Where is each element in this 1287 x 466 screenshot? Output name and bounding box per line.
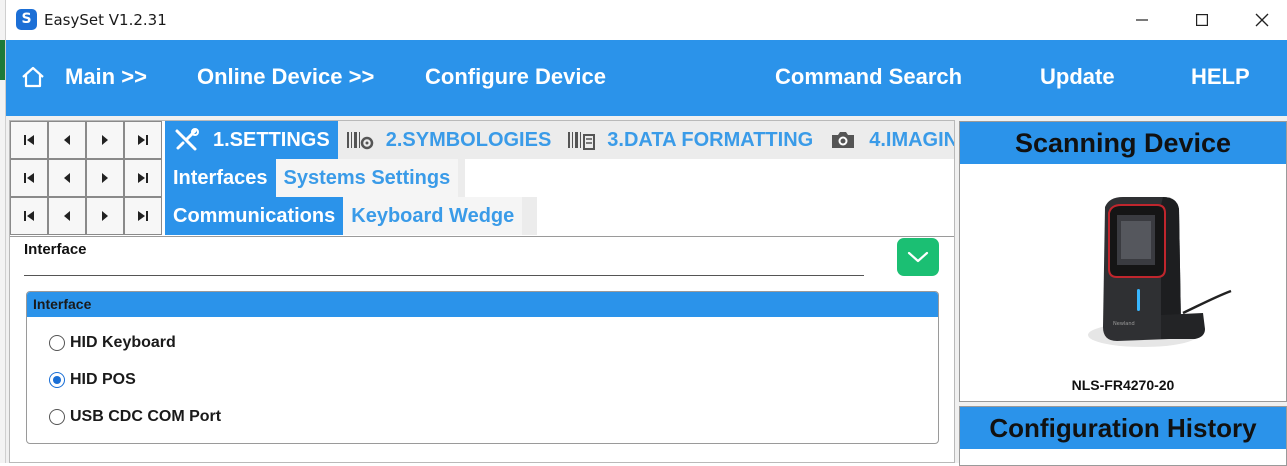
scroll-prev-button[interactable] [48, 197, 86, 235]
prev-icon [64, 211, 70, 221]
maximize-icon [1196, 14, 1208, 26]
nav-main[interactable]: Main >> [65, 64, 147, 90]
first-icon [24, 211, 34, 221]
barcode-doc-icon [567, 129, 596, 151]
option-label: USB CDC COM Port [70, 408, 222, 425]
app-window: S EasySet V1.2.31 Main >> Online Device … [5, 0, 1287, 466]
option-label: HID POS [70, 371, 136, 388]
scroll-last-button[interactable] [124, 197, 162, 235]
interface-dropdown-button[interactable] [897, 238, 939, 276]
last-icon [138, 135, 148, 145]
option-hid-pos[interactable]: HID POS [49, 371, 136, 389]
interface-group-header: Interface [27, 292, 938, 317]
prev-icon [64, 135, 70, 145]
home-icon[interactable] [20, 64, 46, 90]
next-icon [102, 173, 108, 183]
scroll-first-button[interactable] [10, 121, 48, 159]
tab-interfaces[interactable]: Interfaces [165, 159, 276, 197]
maximize-button[interactable] [1172, 0, 1232, 40]
radio-button[interactable] [49, 335, 65, 351]
configuration-history-title: Configuration History [989, 413, 1257, 443]
scroll-next-button[interactable] [86, 121, 124, 159]
prev-icon [64, 173, 70, 183]
tab-keyboard-wedge[interactable]: Keyboard Wedge [343, 197, 523, 235]
tab-symbologies-label: 2.SYMBOLOGIES [385, 128, 552, 151]
nav-online-device[interactable]: Online Device >> [197, 64, 374, 90]
nav-command-search[interactable]: Command Search [775, 64, 962, 90]
close-icon [1255, 13, 1269, 27]
last-icon [138, 211, 148, 221]
interface-field-label: Interface [24, 241, 87, 258]
option-usb-cdc-com-port[interactable]: USB CDC COM Port [49, 408, 221, 426]
chevron-down-icon [907, 251, 929, 263]
scroll-next-button[interactable] [86, 197, 124, 235]
scroll-last-button[interactable] [124, 121, 162, 159]
scanning-device-title: Scanning Device [1014, 128, 1232, 158]
interface-field-underline [24, 275, 864, 276]
interface-group-title: Interface [33, 296, 92, 312]
settings-panel: 1.SETTINGS 2.SYMBOLOGIES 3.DATA FORMATTI… [9, 120, 955, 463]
tab-settings[interactable]: 1.SETTINGS [165, 121, 338, 159]
radio-button-selected[interactable] [49, 372, 65, 388]
tab-imaging-label: 4.IMAGIN [869, 128, 954, 151]
scanning-device-header: Scanning Device [960, 122, 1286, 164]
tab-settings-label: 1.SETTINGS [213, 128, 330, 151]
tab-systems-settings[interactable]: Systems Settings [275, 159, 459, 197]
main-nav-bar: Main >> Online Device >> Configure Devic… [6, 40, 1287, 116]
configuration-history-header: Configuration History [960, 407, 1286, 449]
detail-tabs: Communications Keyboard Wedge [165, 197, 537, 235]
next-icon [102, 211, 108, 221]
scroll-prev-button[interactable] [48, 159, 86, 197]
tab-symbologies[interactable]: 2.SYMBOLOGIES [338, 121, 560, 159]
tab-scroll-controls-1 [10, 121, 162, 159]
interface-group: Interface HID Keyboard HID POS USB CDC C… [26, 291, 939, 444]
settings-content: Interface Interface HID Keyboard HID POS [10, 236, 954, 462]
scroll-prev-button[interactable] [48, 121, 86, 159]
barcode-gear-icon [346, 129, 374, 151]
tools-icon [173, 128, 201, 151]
right-sidebar: Scanning Device Newland NLS-FR4270-20 Co… [959, 120, 1287, 466]
nav-configure-device[interactable]: Configure Device [425, 64, 606, 90]
app-logo-icon: S [16, 9, 37, 30]
nav-help[interactable]: HELP [1191, 64, 1250, 90]
tab-scroll-controls-3 [10, 197, 162, 235]
option-label: HID Keyboard [70, 334, 176, 351]
first-icon [24, 135, 34, 145]
scroll-last-button[interactable] [124, 159, 162, 197]
close-button[interactable] [1232, 0, 1287, 40]
tab-scroll-controls-2 [10, 159, 162, 197]
first-icon [24, 173, 34, 183]
title-bar: S EasySet V1.2.31 [6, 0, 1287, 40]
scroll-first-button[interactable] [10, 159, 48, 197]
minimize-icon [1136, 19, 1148, 21]
sub-tabs: Interfaces Systems Settings [165, 159, 465, 197]
next-icon [102, 135, 108, 145]
option-hid-keyboard[interactable]: HID Keyboard [49, 334, 176, 352]
tab-data-formatting-label: 3.DATA FORMATTING [607, 128, 814, 151]
main-tabs: 1.SETTINGS 2.SYMBOLOGIES 3.DATA FORMATTI… [165, 121, 954, 159]
scroll-next-button[interactable] [86, 159, 124, 197]
scanner-device-image: Newland [1088, 197, 1232, 347]
scroll-first-button[interactable] [10, 197, 48, 235]
svg-text:Newland: Newland [1113, 321, 1135, 327]
configuration-history-panel: Configuration History [959, 406, 1287, 466]
window-title: EasySet V1.2.31 [44, 11, 167, 29]
tab-communications[interactable]: Communications [165, 197, 344, 235]
device-model-label: NLS-FR4270-20 [1071, 377, 1175, 393]
camera-icon [829, 129, 857, 151]
tab-data-formatting[interactable]: 3.DATA FORMATTING [559, 121, 821, 159]
tab-imaging[interactable]: 4.IMAGIN [821, 121, 954, 159]
scanning-device-panel: Scanning Device Newland NLS-FR4270-20 [959, 121, 1287, 402]
minimize-button[interactable] [1112, 0, 1172, 40]
last-icon [138, 173, 148, 183]
nav-update[interactable]: Update [1040, 64, 1115, 90]
radio-button[interactable] [49, 409, 65, 425]
